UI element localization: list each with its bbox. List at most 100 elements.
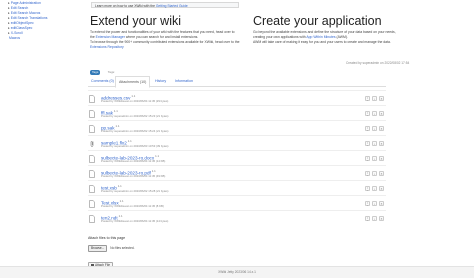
attachment-row: sample1.flx21.1 Posted by superadmin on 2… — [88, 135, 386, 151]
extend-wiki-text: To extend the power and functionalities … — [90, 30, 240, 49]
attachment-actions: ⋮ ↓ × — [365, 201, 384, 206]
upload-row: Attach File — [88, 253, 114, 268]
attachment-actions: ⋮ ↓ × — [365, 96, 384, 101]
attachment-version[interactable]: 1.1 — [155, 154, 159, 158]
attachment-meta: Posted by superadmin on 2023/06/02 15:24… — [101, 128, 169, 133]
text-file-icon — [89, 95, 95, 103]
attachment-download-icon[interactable]: ↓ — [372, 156, 377, 161]
attachment-row: Test.xlsx1.1 Posted by XWikiGuest on 2023… — [88, 195, 386, 211]
attachment-download-icon[interactable]: ↓ — [372, 171, 377, 176]
attachment-version[interactable]: 1.1 — [116, 124, 120, 128]
attachment-version[interactable]: 1.1 — [119, 214, 123, 218]
attach-files-label: Attach files to this page — [88, 236, 126, 240]
attachment-download-icon[interactable]: ↓ — [372, 111, 377, 116]
tags-bar: Tags Tags: — [90, 60, 115, 75]
sidebar-item-edit-search-translations[interactable]: ▸Edit Search Translations — [8, 16, 47, 20]
attachment-delete-icon[interactable]: × — [379, 156, 384, 161]
attachment-download-icon[interactable]: ↓ — [372, 201, 377, 206]
attachment-delete-icon[interactable]: × — [379, 186, 384, 191]
attachment-actions: ⋮ ↓ × — [365, 126, 384, 131]
attachment-actions-menu-icon[interactable]: ⋮ — [365, 216, 370, 221]
attachment-download-icon[interactable]: ↓ — [372, 216, 377, 221]
attachment-meta: Posted by XWikiGuest on 2023/06/04 11:45… — [101, 218, 169, 223]
file-status: No files selected. — [110, 246, 135, 250]
attachment-version[interactable]: 1.1 — [114, 109, 118, 113]
create-application-text: Go beyond the available extensions and d… — [253, 30, 396, 44]
attachment-actions: ⋮ ↓ × — [365, 171, 384, 176]
attachment-row: addresses.csv1.1 Posted by XWikiGuest on … — [88, 90, 386, 106]
attachment-meta: Posted by superadmin on 2023/06/02 15:28… — [101, 188, 169, 193]
attachment-meta: Posted by superadmin on 2023/06/02 15:23… — [101, 113, 169, 118]
spreadsheet-file-icon — [89, 200, 95, 208]
sidebar-item-edit-search-macros[interactable]: ▸Edit Search Macros — [8, 11, 40, 15]
attachment-delete-icon[interactable]: × — [379, 201, 384, 206]
tab-history[interactable]: History — [152, 76, 169, 86]
attachment-version[interactable]: 1.1 — [120, 199, 124, 203]
attachment-actions-menu-icon[interactable]: ⋮ — [365, 126, 370, 131]
sidebar: ▸Page Administration ▸Edit Search ▸Edit … — [0, 0, 76, 60]
generic-file-icon — [89, 185, 95, 193]
attachment-actions-menu-icon[interactable]: ⋮ — [365, 96, 370, 101]
attachment-actions-menu-icon[interactable]: ⋮ — [365, 186, 370, 191]
attachment-actions-menu-icon[interactable]: ⋮ — [365, 156, 370, 161]
sidebar-item-edit-search[interactable]: ▸Edit Search — [8, 6, 28, 10]
tags-pill[interactable]: Tags — [90, 70, 101, 75]
extensions-repository-link[interactable]: Extensions Repository — [90, 45, 124, 49]
attachment-version[interactable]: 1.1 — [152, 169, 156, 173]
attachment-row: sulbecte-lab-2023-ro.docx1.1 Posted by XW… — [88, 150, 386, 166]
creator-info: Created by superadmin on 2022/08/02 17:5… — [346, 61, 410, 65]
doc-extra-tabs: Comments (0) Attachments (10) History In… — [88, 76, 386, 88]
extend-wiki-title: Extend your wiki — [90, 14, 182, 28]
sidebar-item-edit-object-spec[interactable]: ▸editObjectSpec — [8, 21, 34, 25]
attachment-download-icon[interactable]: ↓ — [372, 141, 377, 146]
sidebar-item-x-scroll[interactable]: ▸X-Scroll — [8, 31, 23, 35]
attachment-download-icon[interactable]: ↓ — [372, 126, 377, 131]
sidebar-item-macros[interactable]: Macros — [8, 36, 20, 40]
attachment-actions: ⋮ ↓ × — [365, 216, 384, 221]
attachment-actions-menu-icon[interactable]: ⋮ — [365, 201, 370, 206]
attachment-delete-icon[interactable]: × — [379, 111, 384, 116]
attachment-actions-menu-icon[interactable]: ⋮ — [365, 111, 370, 116]
tab-information[interactable]: Information — [172, 76, 196, 86]
attachment-row: sulbecte-lab-2023-ro.pdf1.1 Posted by XWi… — [88, 165, 386, 181]
create-application-title: Create your application — [253, 14, 382, 28]
attachment-actions-menu-icon[interactable]: ⋮ — [365, 141, 370, 146]
attachment-delete-icon[interactable]: × — [379, 171, 384, 176]
attachment-actions: ⋮ ↓ × — [365, 141, 384, 146]
sidebar-item-edit-class-spec[interactable]: ▸editClassSpec — [8, 26, 32, 30]
attachment-actions-menu-icon[interactable]: ⋮ — [365, 171, 370, 176]
tab-comments[interactable]: Comments (0) — [88, 76, 117, 86]
paperclip-icon — [90, 141, 94, 147]
footer: XWiki Jetty 2023/06 14.x.1 — [0, 266, 474, 278]
attachment-download-icon[interactable]: ↓ — [372, 186, 377, 191]
attachment-meta: Posted by superadmin on 2023/06/03 10:53… — [101, 143, 169, 148]
attachment-row: ten2.ndt1.1 Posted by XWikiGuest on 2023/… — [88, 210, 386, 226]
attachment-actions: ⋮ ↓ × — [365, 156, 384, 161]
tags-label: Tags: — [107, 70, 115, 74]
getting-started-link[interactable]: Getting Started Guide — [156, 4, 188, 8]
attachment-version[interactable]: 1.1 — [118, 184, 122, 188]
browse-button[interactable]: Browse... — [88, 244, 108, 252]
attachment-version[interactable]: 1.1 — [128, 139, 132, 143]
sidebar-item-page-administration[interactable]: ▸Page Administration — [8, 1, 41, 5]
attachment-meta: Posted by XWikiGuest on 2023/06/04 11:45… — [101, 98, 169, 103]
attachment-download-icon[interactable]: ↓ — [372, 96, 377, 101]
attachment-delete-icon[interactable]: × — [379, 216, 384, 221]
attachment-delete-icon[interactable]: × — [379, 141, 384, 146]
attachment-version[interactable]: 1.1 — [131, 94, 135, 98]
extension-manager-link[interactable]: Extension Manager — [96, 35, 125, 39]
document-file-icon — [89, 155, 95, 163]
tab-attachments[interactable]: Attachments (10) — [115, 76, 151, 88]
attachment-delete-icon[interactable]: × — [379, 96, 384, 101]
attachment-actions: ⋮ ↓ × — [365, 186, 384, 191]
getting-started-notice: Learn more on how to use XWiki with the … — [91, 2, 239, 8]
attachment-row: ffl.sak1.1 Posted by superadmin on 2023/0… — [88, 105, 386, 121]
app-within-minutes-link[interactable]: App Within Minutes — [306, 35, 335, 39]
pdf-file-icon — [89, 170, 95, 178]
attachment-actions: ⋮ ↓ × — [365, 111, 384, 116]
attachment-row: test.xsb1.1 Posted by superadmin on 2023/… — [88, 180, 386, 196]
file-chooser: Browse... No files selected. — [88, 244, 135, 252]
attachment-delete-icon[interactable]: × — [379, 126, 384, 131]
attachment-meta: Posted by XWikiGuest on 2023/06/04 11:45… — [101, 173, 166, 178]
generic-file-icon — [89, 125, 95, 133]
